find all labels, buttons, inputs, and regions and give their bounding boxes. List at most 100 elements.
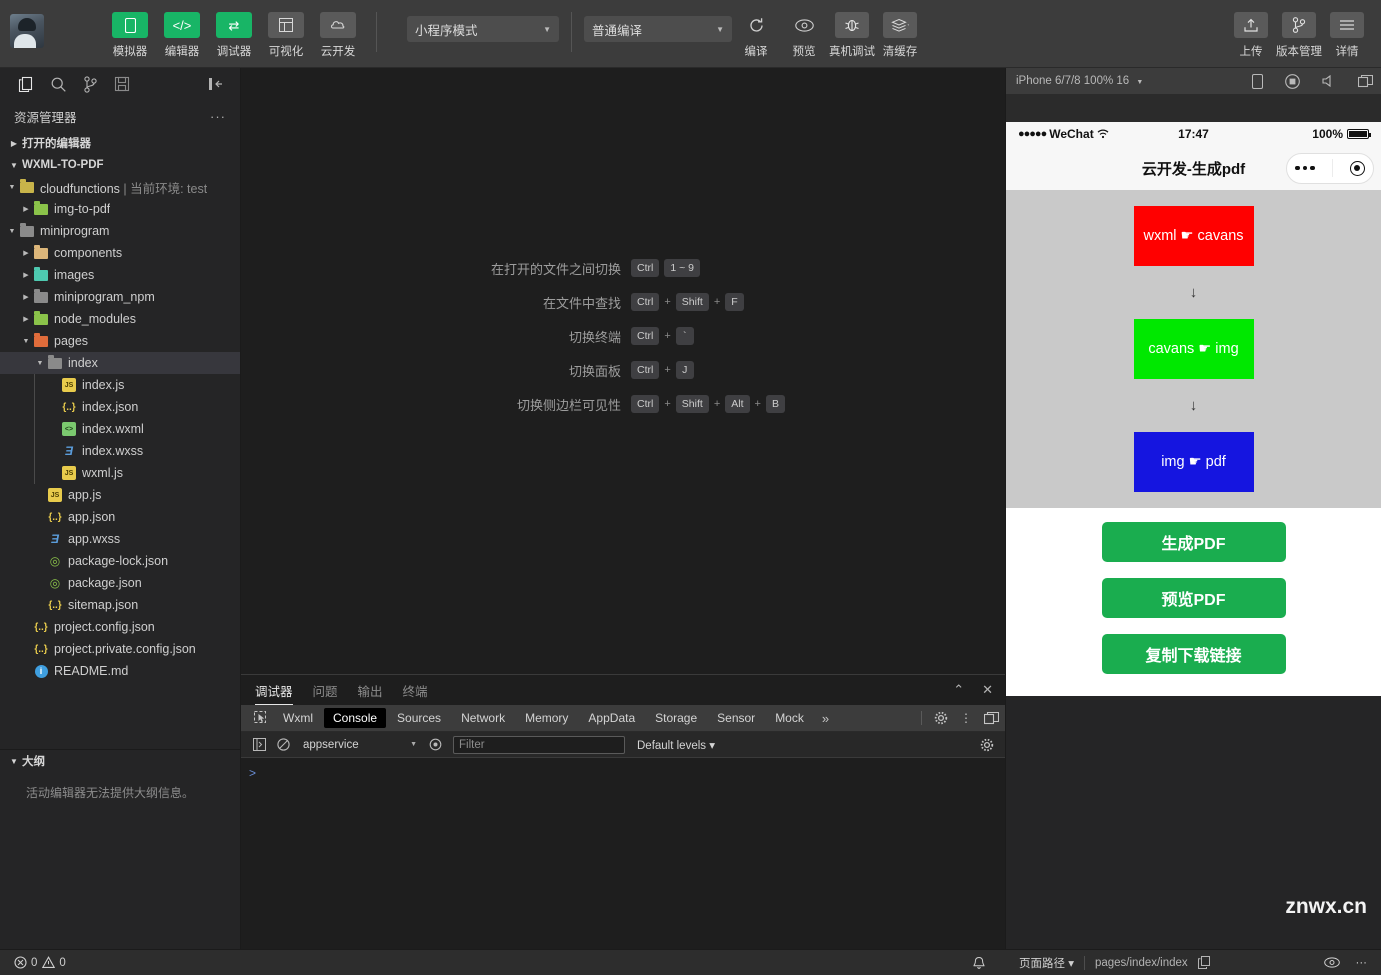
tree-folder-pages[interactable]: ▼ pages bbox=[0, 330, 240, 352]
tree-file-readme.md[interactable]: i README.md bbox=[0, 660, 240, 682]
target-icon[interactable] bbox=[1349, 160, 1365, 176]
mode-button-visual[interactable]: 可视化 bbox=[262, 0, 310, 59]
devtools-more-icon[interactable]: » bbox=[814, 711, 837, 726]
console-eye-icon[interactable] bbox=[423, 738, 447, 751]
tree-file-wxml.js[interactable]: JS wxml.js bbox=[0, 462, 240, 484]
tree-file-index.wxss[interactable]: Ǝindex.wxss bbox=[0, 440, 240, 462]
mode-button-cloud[interactable]: 云开发 bbox=[314, 0, 362, 59]
tree-file-app.js[interactable]: JS app.js bbox=[0, 484, 240, 506]
clear-cache-button[interactable]: 清缓存 bbox=[877, 0, 923, 59]
tree-folder-images[interactable]: ▶ images bbox=[0, 264, 240, 286]
tree-file-project.config.json[interactable]: {..} project.config.json bbox=[0, 616, 240, 638]
devtools-tab-appdata[interactable]: AppData bbox=[579, 708, 644, 728]
record-icon[interactable] bbox=[1285, 73, 1300, 89]
console-context-select[interactable]: appservice ▼ bbox=[295, 735, 423, 755]
outline-header[interactable]: ▼ 大纲 bbox=[0, 750, 240, 772]
tree-file-index.json[interactable]: {..} index.json bbox=[0, 396, 240, 418]
devtools-tab-memory[interactable]: Memory bbox=[516, 708, 577, 728]
device-select[interactable]: iPhone 6/7/8 100% 16 ▼ bbox=[1016, 75, 1143, 87]
save-all-icon[interactable] bbox=[106, 71, 138, 97]
tree-folder-miniprogram_npm[interactable]: ▶ miniprogram_npm bbox=[0, 286, 240, 308]
inspect-element-icon[interactable] bbox=[249, 711, 273, 725]
devtools-tab-network[interactable]: Network bbox=[452, 708, 514, 728]
console-output[interactable]: > bbox=[241, 758, 1005, 949]
tree-file-index.js[interactable]: JS index.js bbox=[0, 374, 240, 396]
tree-folder-node_modules[interactable]: ▶ node_modules bbox=[0, 308, 240, 330]
avatar[interactable] bbox=[10, 14, 44, 48]
panel-tab-problems[interactable]: 问题 bbox=[313, 675, 338, 705]
project-section[interactable]: ▼ WXML-TO-PDF bbox=[0, 154, 240, 176]
dock-icon[interactable] bbox=[984, 711, 999, 725]
tree-file-package.json[interactable]: ◎ package.json bbox=[0, 572, 240, 594]
flow-box-canvas-img[interactable]: cavans ☛ img bbox=[1133, 319, 1254, 379]
tree-file-project.private.config.json[interactable]: {..} project.private.config.json bbox=[0, 638, 240, 660]
project-name: WXML-TO-PDF bbox=[22, 159, 104, 171]
sidebar-toggle-icon[interactable] bbox=[247, 738, 271, 751]
flow-box-img-pdf[interactable]: img ☛ pdf bbox=[1133, 432, 1254, 492]
chevron-up-icon[interactable]: ⌃ bbox=[953, 682, 964, 698]
gear-icon[interactable] bbox=[934, 711, 948, 725]
devtools-tab-wxml[interactable]: Wxml bbox=[274, 708, 322, 728]
tree-item-label: project.private.config.json bbox=[54, 642, 196, 656]
console-filter-input[interactable] bbox=[453, 735, 625, 754]
multi-window-icon[interactable] bbox=[1358, 74, 1373, 88]
devtools-tab-sensor[interactable]: Sensor bbox=[708, 708, 764, 728]
tree-file-sitemap.json[interactable]: {..} sitemap.json bbox=[0, 594, 240, 616]
tree-folder-components[interactable]: ▶ components bbox=[0, 242, 240, 264]
clear-console-icon[interactable] bbox=[271, 738, 295, 751]
tree-file-app.json[interactable]: {..} app.json bbox=[0, 506, 240, 528]
console-levels-select[interactable]: Default levels ▾ bbox=[637, 738, 715, 752]
page-path-select[interactable]: 页面路径 ▾ bbox=[1019, 955, 1074, 971]
tree-folder-cloudfunctions[interactable]: ▼ cloudfunctions | 当前环境: test bbox=[0, 176, 240, 198]
source-control-icon[interactable] bbox=[74, 71, 106, 97]
search-icon[interactable] bbox=[42, 71, 74, 97]
tree-folder-miniprogram[interactable]: ▼ miniprogram bbox=[0, 220, 240, 242]
generate-pdf-button[interactable]: 生成PDF bbox=[1101, 522, 1286, 562]
files-icon[interactable] bbox=[10, 71, 42, 97]
explorer-more-icon[interactable]: ··· bbox=[210, 109, 226, 124]
more-icon[interactable]: ··· bbox=[1356, 957, 1368, 969]
tree-folder-img-to-pdf[interactable]: ▶ img-to-pdf bbox=[0, 198, 240, 220]
error-count[interactable]: 0 bbox=[14, 956, 37, 969]
eye-icon[interactable] bbox=[1323, 956, 1340, 969]
preview-pdf-button[interactable]: 预览PDF bbox=[1101, 578, 1286, 618]
devtools-tab-sources[interactable]: Sources bbox=[388, 708, 450, 728]
version-control-button[interactable]: 版本管理 bbox=[1276, 0, 1322, 59]
devtools-tab-storage[interactable]: Storage bbox=[646, 708, 706, 728]
panel-tab-output[interactable]: 输出 bbox=[358, 675, 383, 705]
panel-tab-debugger[interactable]: 调试器 bbox=[255, 675, 293, 705]
close-icon[interactable]: ✕ bbox=[982, 682, 993, 698]
notifications-bell[interactable] bbox=[972, 956, 986, 970]
tree-folder-index[interactable]: ▼ index bbox=[0, 352, 240, 374]
panel-tab-terminal[interactable]: 终端 bbox=[403, 675, 428, 705]
more-dots-icon[interactable] bbox=[1295, 165, 1315, 171]
warning-count[interactable]: 0 bbox=[42, 956, 66, 969]
rotate-device-icon[interactable] bbox=[1252, 73, 1263, 89]
tree-file-package-lock.json[interactable]: ◎ package-lock.json bbox=[0, 550, 240, 572]
devtools-tab-console[interactable]: Console bbox=[324, 708, 387, 728]
open-editors-section[interactable]: ▶ 打开的编辑器 bbox=[0, 132, 240, 154]
warning-icon bbox=[42, 956, 56, 968]
preview-button[interactable]: 预览 bbox=[781, 0, 827, 59]
flow-box-wxml-canvas[interactable]: wxml ☛ cavans bbox=[1133, 206, 1254, 266]
tree-file-index.wxml[interactable]: <> index.wxml bbox=[0, 418, 240, 440]
mode-select[interactable]: 小程序模式 ▼ bbox=[407, 16, 559, 42]
copy-download-link-button[interactable]: 复制下载链接 bbox=[1101, 634, 1286, 674]
shortcut-key: 1 ~ 9 bbox=[664, 259, 701, 277]
details-button[interactable]: 详情 bbox=[1324, 0, 1370, 59]
compile-select[interactable]: 普通编译 ▼ bbox=[584, 16, 732, 42]
mode-button-simulator[interactable]: 模拟器 bbox=[106, 0, 154, 59]
volume-icon[interactable] bbox=[1322, 74, 1336, 88]
mode-button-editor[interactable]: </> 编辑器 bbox=[158, 0, 206, 59]
collapse-sidebar-icon[interactable] bbox=[200, 71, 232, 97]
devtools-tab-mock[interactable]: Mock bbox=[766, 708, 813, 728]
package-file-icon: ◎ bbox=[49, 554, 61, 568]
mode-button-debugger[interactable]: ⇄ 调试器 bbox=[210, 0, 258, 59]
copy-icon[interactable] bbox=[1197, 956, 1210, 969]
tree-file-app.wxss[interactable]: Ǝapp.wxss bbox=[0, 528, 240, 550]
compile-button[interactable]: 编译 bbox=[733, 0, 779, 59]
kebab-menu-icon[interactable]: ⋮ bbox=[960, 711, 972, 725]
console-settings-icon[interactable] bbox=[975, 738, 999, 752]
real-device-debug-button[interactable]: 真机调试 bbox=[829, 0, 875, 59]
upload-button[interactable]: 上传 bbox=[1228, 0, 1274, 59]
